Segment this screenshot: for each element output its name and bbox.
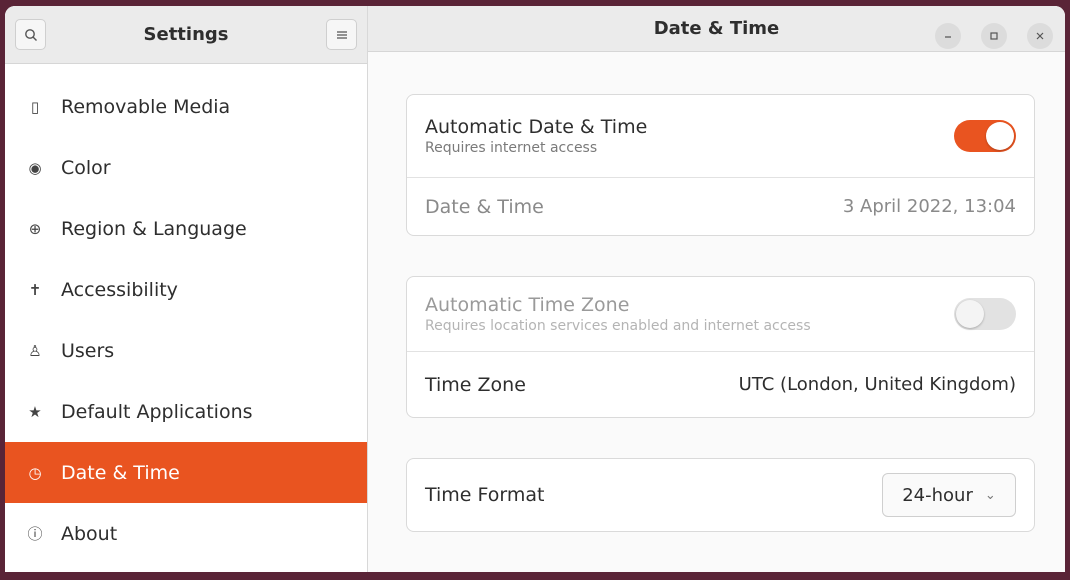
minimize-icon — [945, 36, 951, 38]
search-button[interactable] — [15, 19, 46, 50]
maximize-button[interactable] — [981, 23, 1007, 49]
sidebar-item-label: Removable Media — [61, 95, 231, 118]
datetime-label: Date & Time — [425, 195, 544, 218]
auto-timezone-row: Automatic Time Zone Requires location se… — [407, 277, 1034, 351]
timezone-label: Time Zone — [425, 373, 526, 396]
datetime-group: Automatic Date & Time Requires internet … — [406, 94, 1035, 236]
sidebar-item-removable-media[interactable]: ▯ Removable Media — [5, 76, 367, 137]
sidebar-item-label: Users — [61, 339, 115, 362]
time-format-dropdown[interactable]: 24-hour ⌄ — [882, 473, 1016, 517]
sidebar-nav: ▯ Removable Media ◉ Color ⊕ Region & Lan… — [5, 64, 367, 572]
chevron-down-icon: ⌄ — [984, 487, 996, 503]
search-icon — [24, 28, 37, 41]
timezone-row[interactable]: Time Zone UTC (London, United Kingdom) — [407, 351, 1034, 417]
clock-icon: ◷ — [28, 463, 42, 482]
settings-content: Automatic Date & Time Requires internet … — [368, 52, 1065, 572]
window-controls — [935, 23, 1053, 49]
datetime-row: Date & Time 3 April 2022, 13:04 — [407, 177, 1034, 235]
main-panel: Date & Time Automatic Date & Time Requir… — [368, 6, 1065, 572]
time-format-value: 24-hour — [902, 484, 973, 506]
sidebar: Settings ▯ Removable Media ◉ Color ⊕ Reg… — [5, 6, 368, 572]
auto-datetime-row[interactable]: Automatic Date & Time Requires internet … — [407, 95, 1034, 177]
toggle-knob — [986, 122, 1014, 150]
datetime-value: 3 April 2022, 13:04 — [842, 196, 1016, 217]
star-icon: ★ — [28, 402, 42, 421]
sidebar-item-date-time[interactable]: ◷ Date & Time — [5, 442, 367, 503]
minimize-button[interactable] — [935, 23, 961, 49]
close-button[interactable] — [1027, 23, 1053, 49]
time-format-group: Time Format 24-hour ⌄ — [406, 458, 1035, 532]
time-format-row: Time Format 24-hour ⌄ — [407, 459, 1034, 531]
close-icon — [1036, 32, 1044, 40]
color-icon: ◉ — [28, 158, 42, 177]
auto-datetime-text: Automatic Date & Time Requires internet … — [425, 116, 647, 156]
sidebar-item-label: Date & Time — [61, 461, 180, 484]
accessibility-icon: ✝ — [28, 280, 42, 299]
auto-timezone-label: Automatic Time Zone — [425, 294, 630, 316]
sidebar-item-users[interactable]: ♙ Users — [5, 320, 367, 381]
sidebar-item-label: Color — [61, 156, 111, 179]
auto-datetime-sub: Requires internet access — [425, 140, 598, 156]
page-title: Date & Time — [653, 18, 780, 39]
sidebar-item-color[interactable]: ◉ Color — [5, 137, 367, 198]
timezone-group: Automatic Time Zone Requires location se… — [406, 276, 1035, 418]
sidebar-item-default-applications[interactable]: ★ Default Applications — [5, 381, 367, 442]
settings-window: Settings ▯ Removable Media ◉ Color ⊕ Reg… — [5, 6, 1065, 572]
sidebar-item-accessibility[interactable]: ✝ Accessibility — [5, 259, 367, 320]
sidebar-item-label: Accessibility — [61, 278, 178, 301]
info-icon: ⓘ — [27, 525, 43, 543]
auto-timezone-toggle — [954, 298, 1016, 330]
sidebar-item-about[interactable]: ⓘ About — [5, 503, 367, 564]
sidebar-header: Settings — [5, 6, 367, 64]
main-header: Date & Time — [368, 6, 1065, 52]
toggle-knob — [956, 300, 984, 328]
sidebar-item-label: Default Applications — [61, 400, 253, 423]
hamburger-menu-icon — [336, 30, 347, 39]
time-format-label: Time Format — [425, 484, 545, 506]
sidebar-title: Settings — [143, 24, 229, 45]
auto-timezone-sub: Requires location services enabled and i… — [425, 318, 811, 334]
users-icon: ♙ — [28, 341, 42, 360]
sidebar-item-label: Region & Language — [61, 217, 247, 240]
timezone-value: UTC (London, United Kingdom) — [738, 374, 1016, 395]
sidebar-item-label: About — [61, 522, 118, 545]
removable-media-icon: ▯ — [30, 97, 40, 116]
globe-icon: ⊕ — [28, 219, 42, 238]
auto-datetime-label: Automatic Date & Time — [425, 116, 648, 138]
sidebar-item-region-language[interactable]: ⊕ Region & Language — [5, 198, 367, 259]
maximize-icon — [990, 32, 998, 40]
menu-button[interactable] — [326, 19, 357, 50]
auto-datetime-toggle[interactable] — [954, 120, 1016, 152]
auto-timezone-text: Automatic Time Zone Requires location se… — [425, 294, 811, 334]
